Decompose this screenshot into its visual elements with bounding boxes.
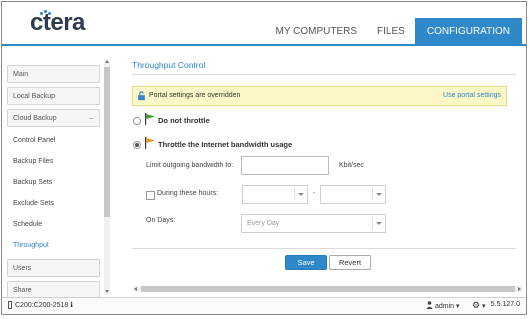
collapse-icon: – bbox=[89, 115, 93, 122]
option-do-not-throttle[interactable]: Do not throttle bbox=[158, 116, 210, 125]
page-title: Throughput Control bbox=[132, 60, 206, 70]
sidebar-scrollbar[interactable] bbox=[104, 59, 110, 295]
sidebar-item-backup-sets[interactable]: Backup Sets bbox=[13, 178, 52, 188]
sidebar-group-users[interactable]: Users bbox=[7, 259, 100, 277]
device-icon bbox=[8, 301, 12, 309]
chevron-down-icon bbox=[372, 188, 385, 201]
hours-to-select[interactable] bbox=[320, 185, 386, 204]
sidebar-item-exclude-sets[interactable]: Exclude Sets bbox=[13, 199, 54, 209]
sidebar-item-backup-files[interactable]: Backup Files bbox=[13, 157, 53, 167]
lock-icon bbox=[138, 91, 145, 101]
option-throttle[interactable]: Throttle the Internet bandwidth usage bbox=[158, 140, 292, 149]
version-label: 5.5.127.0 bbox=[490, 301, 520, 308]
days-select[interactable]: Every Day bbox=[241, 214, 386, 233]
caret-down-icon: ▾ bbox=[455, 303, 460, 310]
alert-message: Portal settings are overridden bbox=[149, 92, 241, 99]
divider bbox=[132, 74, 516, 75]
bandwidth-unit: Kbit/sec bbox=[339, 162, 364, 169]
chevron-down-icon bbox=[294, 188, 307, 201]
logo-text: ctera bbox=[30, 9, 85, 36]
save-button[interactable]: Save bbox=[285, 255, 327, 270]
sidebar-group-cloud-backup[interactable]: Cloud Backup – bbox=[7, 109, 100, 127]
sidebar-scroll-thumb[interactable] bbox=[104, 67, 110, 217]
sidebar-group-label: Cloud Backup bbox=[13, 115, 57, 122]
horizontal-scroll-thumb[interactable] bbox=[141, 286, 515, 292]
hours-label: During these hours: bbox=[157, 190, 219, 197]
chevron-down-icon bbox=[372, 217, 385, 230]
radio-do-not-throttle[interactable] bbox=[133, 117, 141, 125]
main-content: Throughput Control Portal settings are o… bbox=[120, 50, 524, 292]
revert-button[interactable]: Revert bbox=[329, 255, 371, 270]
hours-from-select[interactable] bbox=[242, 185, 308, 204]
use-portal-settings-link[interactable]: Use portal settings bbox=[443, 92, 501, 99]
limit-label: Limit outgoing bandwidth to: bbox=[146, 162, 234, 169]
sidebar-item-control-panel[interactable]: Control Panel bbox=[13, 136, 55, 146]
orange-flag-icon bbox=[145, 137, 155, 149]
hours-separator: - bbox=[313, 190, 316, 197]
tab-configuration[interactable]: CONFIGURATION bbox=[414, 18, 522, 44]
green-flag-icon bbox=[145, 113, 155, 125]
info-icon[interactable]: ℹ bbox=[70, 302, 73, 309]
app-window: ctera MY COMPUTERS FILES CONFIGURATION M… bbox=[1, 1, 527, 315]
sidebar-item-throughput[interactable]: Throughput bbox=[13, 241, 49, 251]
override-alert: Portal settings are overridden Use porta… bbox=[132, 86, 507, 106]
device-label: C200:C200-2518 bbox=[15, 302, 69, 309]
scroll-up-icon[interactable] bbox=[105, 60, 109, 63]
bandwidth-limit-input[interactable] bbox=[241, 156, 329, 175]
radio-throttle[interactable] bbox=[133, 141, 141, 149]
scroll-left-icon[interactable] bbox=[134, 287, 137, 291]
divider bbox=[132, 248, 516, 249]
scroll-down-icon[interactable] bbox=[105, 290, 109, 293]
device-name[interactable]: C200:C200-2518 ℹ bbox=[15, 301, 73, 309]
tab-files[interactable]: FILES bbox=[367, 18, 415, 44]
header: ctera MY COMPUTERS FILES CONFIGURATION bbox=[2, 2, 526, 46]
main-nav: MY COMPUTERS FILES CONFIGURATION bbox=[266, 18, 522, 44]
status-bar: C200:C200-2518 ℹ admin ▾ ⚙ ▾ 5.5.127.0 bbox=[2, 297, 526, 314]
sidebar: Main Local Backup Cloud Backup – Control… bbox=[2, 59, 112, 299]
during-hours-checkbox[interactable] bbox=[146, 191, 155, 200]
user-menu[interactable]: admin ▾ bbox=[426, 301, 460, 310]
sidebar-group-local-backup[interactable]: Local Backup bbox=[7, 87, 100, 105]
tab-my-computers[interactable]: MY COMPUTERS bbox=[266, 18, 368, 44]
sidebar-group-main[interactable]: Main bbox=[7, 65, 100, 83]
caret-down-icon: ▾ bbox=[482, 303, 486, 310]
settings-menu[interactable]: ⚙ ▾ bbox=[472, 300, 486, 311]
sidebar-item-schedule[interactable]: Schedule bbox=[13, 220, 42, 230]
days-select-value: Every Day bbox=[247, 220, 280, 227]
scroll-right-icon[interactable] bbox=[518, 287, 521, 291]
horizontal-scrollbar[interactable] bbox=[133, 286, 522, 292]
ctera-logo: ctera bbox=[30, 9, 86, 37]
user-name: admin bbox=[434, 303, 455, 310]
gear-icon: ⚙ bbox=[472, 300, 481, 310]
days-label: On Days: bbox=[146, 217, 176, 224]
user-icon bbox=[426, 301, 433, 309]
